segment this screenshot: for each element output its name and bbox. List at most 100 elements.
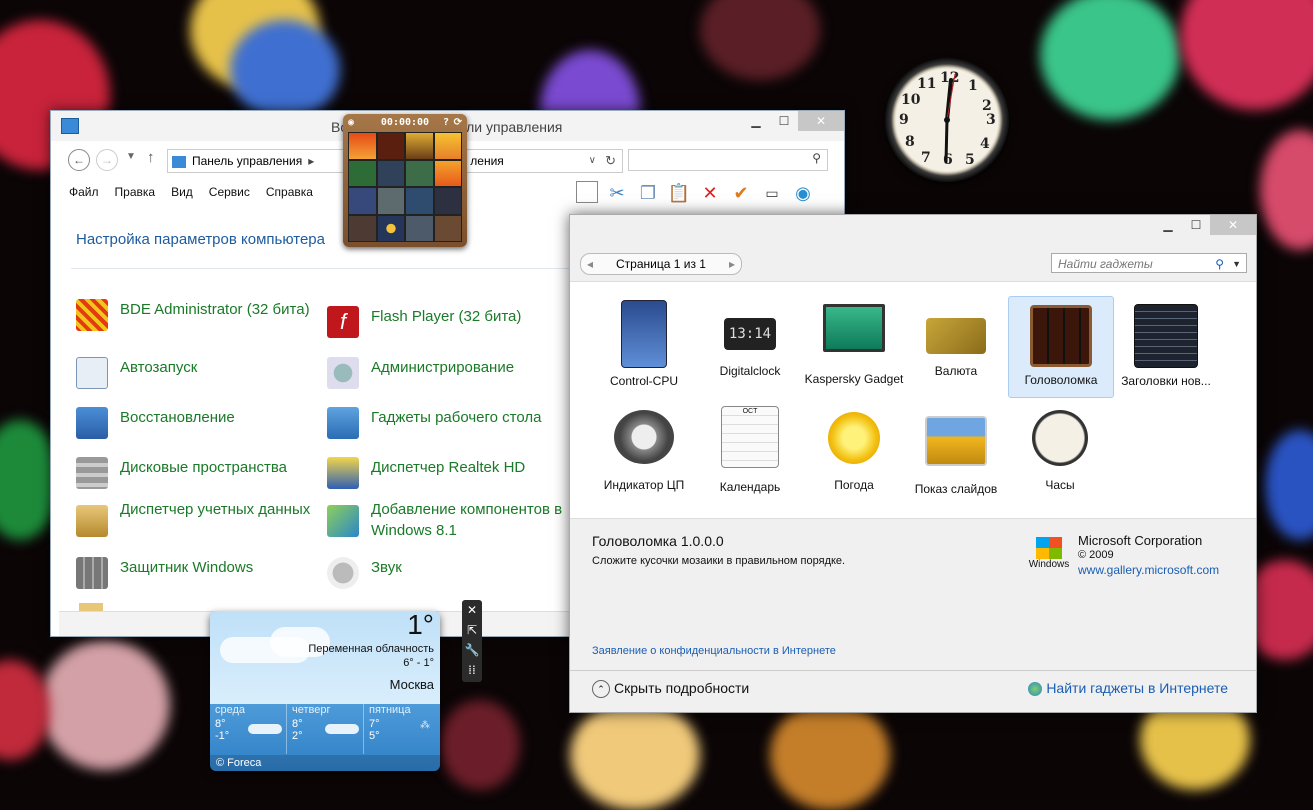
cp-item-label[interactable]: Диспетчер Realtek HD: [371, 457, 525, 478]
cp-item-label[interactable]: Автозапуск: [120, 357, 197, 378]
gadget-currency[interactable]: Валюта: [904, 296, 1008, 396]
puzzle-picture-icon[interactable]: ◉: [348, 114, 354, 131]
puzzle-tile[interactable]: [434, 160, 461, 186]
cp-item-label[interactable]: Администрирование: [371, 357, 514, 378]
copy-icon[interactable]: ❐: [636, 181, 660, 205]
cp-item-administrative-tools[interactable]: Администрирование: [327, 357, 567, 389]
recent-dropdown-icon[interactable]: ▼: [126, 151, 136, 162]
puzzle-tile[interactable]: [406, 215, 433, 241]
cp-item-add-features[interactable]: Добавление компонентов в Windows 8.1: [327, 499, 587, 541]
puzzle-tile[interactable]: [406, 160, 433, 186]
puzzle-tile[interactable]: [434, 215, 461, 241]
cp-item-bde-administrator[interactable]: BDE Administrator (32 бита): [76, 299, 316, 331]
paste-icon[interactable]: 📋: [667, 181, 691, 205]
puzzle-gadget[interactable]: ◉ 00:00:00 ? ⟳: [343, 114, 467, 247]
gadget-weather[interactable]: Погода: [802, 402, 906, 502]
close-button[interactable]: ✕: [1210, 215, 1256, 235]
globe-icon[interactable]: ◉: [791, 181, 815, 205]
menu-view[interactable]: Вид: [171, 185, 193, 199]
cp-item-windows-defender[interactable]: Защитник Windows: [76, 557, 316, 589]
next-page-icon[interactable]: ▸: [729, 254, 735, 274]
search-icon[interactable]: ⚲: [1215, 254, 1224, 274]
puzzle-tile[interactable]: [377, 215, 404, 241]
cp-item-desktop-gadgets[interactable]: Гаджеты рабочего стола: [327, 407, 567, 439]
gadget-clock[interactable]: Часы: [1008, 402, 1112, 502]
maximize-button[interactable]: ☐: [770, 111, 798, 131]
forward-arrow-icon[interactable]: →: [96, 149, 118, 171]
search-dropdown-icon[interactable]: ▼: [1232, 254, 1241, 274]
up-arrow-icon[interactable]: ↑: [147, 149, 155, 166]
privacy-statement-link[interactable]: Заявление о конфиденциальности в Интерне…: [592, 645, 836, 657]
gadget-control-cpu[interactable]: Control-CPU: [592, 296, 696, 396]
wrench-icon[interactable]: 🔧: [462, 640, 482, 660]
publisher-link[interactable]: www.gallery.microsoft.com: [1078, 563, 1219, 578]
delete-icon[interactable]: ✕: [698, 181, 722, 205]
gadget-puzzle[interactable]: Головоломка: [1008, 296, 1114, 398]
cp-item-label[interactable]: Звук: [371, 557, 402, 578]
resize-icon[interactable]: ⇱: [462, 620, 482, 640]
properties-icon[interactable]: ▭: [760, 181, 784, 205]
puzzle-tile[interactable]: [406, 133, 433, 159]
cp-item-storage-spaces[interactable]: Дисковые пространства: [76, 457, 316, 489]
cp-item-label[interactable]: Гаджеты рабочего стола: [371, 407, 541, 428]
cp-item-label[interactable]: Добавление компонентов в Windows 8.1: [371, 499, 587, 541]
find-gadgets-online-link[interactable]: Найти гаджеты в Интернете: [1028, 680, 1228, 697]
hide-details-button[interactable]: ⌃ Скрыть подробности: [592, 680, 749, 699]
menu-help[interactable]: Справка: [266, 185, 313, 199]
menu-file[interactable]: Файл: [69, 185, 99, 199]
puzzle-tile[interactable]: [377, 160, 404, 186]
close-icon[interactable]: ✕: [462, 600, 482, 620]
maximize-button[interactable]: ☐: [1182, 215, 1210, 235]
gadget-headlines[interactable]: Заголовки нов...: [1114, 296, 1218, 396]
cp-item-label[interactable]: Восстановление: [120, 407, 235, 428]
cp-item-realtek-hd[interactable]: Диспетчер Realtek HD: [327, 457, 567, 489]
cp-item-credential-manager[interactable]: Диспетчер учетных данных: [76, 499, 316, 537]
gadget-kaspersky[interactable]: Kaspersky Gadget: [802, 296, 906, 396]
puzzle-tile[interactable]: [349, 133, 376, 159]
puzzle-tile[interactable]: [406, 188, 433, 214]
search-input[interactable]: ⚲: [628, 149, 828, 171]
cut-icon[interactable]: ✂: [605, 181, 629, 205]
puzzle-shuffle-icon[interactable]: ⟳: [454, 114, 462, 131]
search-icon[interactable]: ⚲: [812, 151, 821, 165]
puzzle-tile[interactable]: [349, 160, 376, 186]
weather-gadget[interactable]: 1° Переменная облачность 6° - 1° Москва …: [210, 611, 440, 771]
analog-clock-gadget[interactable]: 12 1 2 3 4 5 6 7 8 9 10 11: [885, 58, 1009, 182]
puzzle-help-icon[interactable]: ?: [443, 114, 449, 131]
cp-item-label[interactable]: Защитник Windows: [120, 557, 253, 578]
puzzle-tile[interactable]: [349, 188, 376, 214]
cp-item-sound[interactable]: Звук: [327, 557, 567, 589]
cp-item-label[interactable]: Flash Player (32 бита): [371, 306, 521, 327]
puzzle-tile[interactable]: [434, 133, 461, 159]
breadcrumb-control-panel[interactable]: Панель управления: [192, 154, 302, 168]
cp-item-recovery[interactable]: Восстановление: [76, 407, 316, 439]
cp-item-label[interactable]: Диспетчер учетных данных: [120, 499, 310, 520]
cp-item-autoplay[interactable]: Автозапуск: [76, 357, 316, 389]
back-arrow-icon[interactable]: ←: [68, 149, 90, 171]
minimize-button[interactable]: ▁: [1154, 215, 1182, 235]
gadget-calendar[interactable]: OCT Календарь: [698, 402, 802, 502]
puzzle-tile[interactable]: [349, 215, 376, 241]
refresh-icon[interactable]: ↻: [605, 150, 616, 172]
menu-edit[interactable]: Правка: [115, 185, 156, 199]
drag-handle-icon[interactable]: ⁞⁞: [462, 660, 482, 680]
gadget-search-input[interactable]: Найти гаджеты ⚲ ▼: [1051, 253, 1247, 273]
address-dropdown-icon[interactable]: ∨: [589, 150, 596, 172]
gadget-cpu-meter[interactable]: Индикатор ЦП: [592, 402, 696, 502]
cp-item-label[interactable]: Дисковые пространства: [120, 457, 287, 478]
checkmark-icon[interactable]: ✔: [729, 181, 753, 205]
gadget-digitalclock[interactable]: 13:14 Digitalclock: [698, 296, 802, 396]
minimize-button[interactable]: ▁: [742, 111, 770, 131]
cp-item-flash-player[interactable]: f Flash Player (32 бита): [327, 306, 567, 338]
gadget-slideshow[interactable]: Показ слайдов: [904, 402, 1008, 502]
prev-page-icon[interactable]: ◂: [587, 254, 593, 274]
puzzle-tile[interactable]: [377, 133, 404, 159]
breadcrumb-all-items[interactable]: ления: [470, 154, 504, 168]
menu-tools[interactable]: Сервис: [209, 185, 250, 199]
weather-credit[interactable]: © Foreca: [210, 755, 440, 771]
puzzle-tile[interactable]: [377, 188, 404, 214]
layout-icon[interactable]: [576, 181, 598, 203]
puzzle-tile[interactable]: [434, 188, 461, 214]
cp-item-label[interactable]: BDE Administrator (32 бита): [120, 299, 310, 320]
close-button[interactable]: ✕: [798, 111, 844, 131]
